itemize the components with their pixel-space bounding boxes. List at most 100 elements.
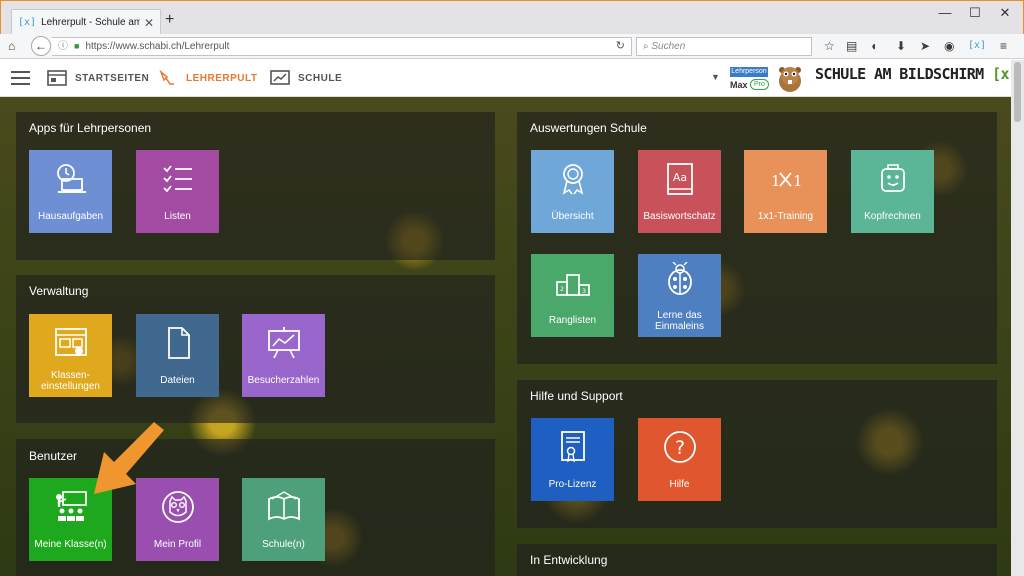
search-input[interactable]: ⌕ Suchen: [636, 37, 812, 56]
menu-icon[interactable]: ≡: [1000, 38, 1007, 54]
tile-pro-lizenz-label: Pro-Lizenz: [548, 479, 597, 490]
back-icon[interactable]: ←: [31, 36, 51, 56]
browser-tab[interactable]: [x] Lehrerpult - Schule am Bildsc ✕: [11, 9, 161, 35]
file-icon: [168, 327, 190, 359]
panel-hilfe-title: Hilfe und Support: [530, 389, 623, 403]
tab-title: Lehrerpult - Schule am Bildsc: [41, 17, 140, 28]
tile-uebersicht[interactable]: Übersicht: [531, 150, 614, 233]
tile-1x1-training[interactable]: 11 1x1-Training: [744, 150, 827, 233]
app-header: STARTSEITEN LEHRERPULT SCHULE ▼ SCHULE A…: [0, 60, 1024, 97]
bookmark-star-icon[interactable]: ☆: [824, 38, 835, 54]
tile-lerne-einmaleins-label: Lerne das Einmaleins: [655, 310, 704, 332]
tile-hilfe[interactable]: ? Hilfe: [638, 418, 721, 501]
svg-text:?: ?: [675, 437, 685, 459]
tile-klasseneinstellungen-label: Klassen-einstellungen: [41, 370, 100, 392]
search-placeholder: Suchen: [651, 41, 686, 52]
maximize-icon[interactable]: ☐: [964, 5, 986, 21]
brand-text: SCHULE AM BILDSCHIRM: [815, 65, 984, 83]
tile-listen-label: Listen: [164, 211, 191, 222]
tile-hausaufgaben[interactable]: Hausaufgaben: [29, 150, 112, 233]
panel-benutzer-title: Benutzer: [29, 449, 78, 463]
reading-list-icon[interactable]: ▤: [846, 38, 857, 54]
class-settings-icon: [55, 328, 87, 356]
info-icon[interactable]: ⓘ: [58, 38, 68, 55]
tile-schulen-label: Schule(n): [262, 539, 305, 550]
tile-uebersicht-label: Übersicht: [551, 211, 594, 222]
tile-mein-profil-label: Mein Profil: [153, 539, 202, 550]
tile-listen[interactable]: Listen: [136, 150, 219, 233]
desk-lamp-icon: [159, 70, 174, 85]
podium-icon: 23: [556, 274, 590, 296]
new-tab-icon[interactable]: +: [165, 12, 174, 28]
pro-badge: Pro: [750, 79, 769, 90]
svg-text:2: 2: [560, 286, 564, 293]
panel-apps-title: Apps für Lehrpersonen: [29, 121, 152, 135]
user-name[interactable]: Max: [730, 80, 748, 90]
chart-board-icon: [270, 70, 290, 85]
panel-entwicklung: In Entwicklung: [517, 544, 997, 576]
page-scrollbar[interactable]: [1011, 60, 1024, 576]
download-icon[interactable]: ⬇: [896, 38, 906, 54]
svg-text:1: 1: [793, 172, 803, 190]
times-table-icon: 11: [771, 172, 803, 190]
nav-schule-label: SCHULE: [298, 72, 343, 84]
tile-ranglisten-label: Ranglisten: [548, 315, 597, 326]
panel-auswertungen-title: Auswertungen Schule: [530, 121, 647, 135]
tile-klasseneinstellungen[interactable]: Klassen-einstellungen: [29, 314, 112, 397]
panel-entwicklung-title: In Entwicklung: [530, 553, 608, 567]
checklist-icon: [163, 165, 192, 193]
tile-besucherzahlen-label: Besucherzahlen: [247, 375, 320, 386]
home-icon[interactable]: ⌂: [8, 38, 15, 54]
url-text: https://www.schabi.ch/Lehrerpult: [85, 41, 230, 52]
pocket-icon[interactable]: ◖: [870, 38, 877, 54]
nav-startseiten-label: STARTSEITEN: [75, 72, 150, 84]
window-icon: [47, 70, 67, 86]
tile-dateien[interactable]: Dateien: [136, 314, 219, 397]
site-favicon-icon: [x]: [18, 17, 37, 28]
nav-startseiten[interactable]: STARTSEITEN: [47, 70, 149, 86]
browser-nav-bar: ⌂ ← ⓘ ■ https://www.schabi.ch/Lehrerpult…: [0, 34, 1024, 59]
annotation-arrow-icon: [94, 422, 164, 494]
brand-logo[interactable]: SCHULE AM BILDSCHIRM [x]: [815, 65, 1018, 83]
panel-verwaltung-title: Verwaltung: [29, 284, 89, 298]
close-tab-icon[interactable]: ✕: [144, 16, 154, 30]
tile-basiswortschatz[interactable]: Aa Basiswortschatz: [638, 150, 721, 233]
extension-icon[interactable]: [x]: [968, 38, 986, 54]
dashboard-area: Apps für Lehrpersonen Verwaltung Benutze…: [0, 97, 1011, 576]
certificate-icon: [561, 431, 585, 463]
nav-schule[interactable]: SCHULE: [270, 70, 342, 86]
tile-basiswortschatz-label: Basiswortschatz: [643, 211, 716, 222]
nav-lehrerpult-label: LEHRERPULT: [186, 72, 258, 84]
tile-lerne-einmaleins[interactable]: Lerne das Einmaleins: [638, 254, 721, 337]
help-icon: ?: [664, 431, 696, 463]
tile-hilfe-label: Hilfe: [669, 479, 690, 490]
hamburger-menu-icon[interactable]: [11, 71, 30, 85]
sync-icon[interactable]: ◉: [944, 38, 954, 54]
beaver-mascot-icon: [779, 67, 801, 92]
close-window-icon[interactable]: ✕: [994, 5, 1016, 21]
svg-text:1: 1: [771, 172, 781, 190]
robot-head-icon: [881, 164, 905, 192]
tile-ranglisten[interactable]: 23 Ranglisten: [531, 254, 614, 337]
svg-text:3: 3: [582, 288, 586, 295]
nav-lehrerpult[interactable]: LEHRERPULT: [158, 70, 257, 86]
url-bar[interactable]: ⓘ ■ https://www.schabi.ch/Lehrerpult ↻: [52, 37, 632, 56]
send-icon[interactable]: ➤: [920, 38, 930, 54]
clock-laptop-icon: [57, 164, 86, 193]
tile-1x1-training-label: 1x1-Training: [757, 211, 814, 222]
dictionary-icon: Aa: [667, 163, 693, 195]
presentation-chart-icon: [268, 327, 300, 359]
tile-besucherzahlen[interactable]: Besucherzahlen: [242, 314, 325, 397]
user-role-badge: Lehrperson: [730, 67, 768, 77]
minimize-icon[interactable]: —: [934, 5, 956, 20]
tile-schulen[interactable]: Schule(n): [242, 478, 325, 561]
browser-tab-bar: [x] Lehrerpult - Schule am Bildsc ✕ + — …: [0, 0, 1024, 35]
scrollbar-thumb[interactable]: [1014, 62, 1021, 122]
tile-pro-lizenz[interactable]: Pro-Lizenz: [531, 418, 614, 501]
tile-kopfrechnen[interactable]: Kopfrechnen: [851, 150, 934, 233]
ladybug-icon: [668, 262, 692, 295]
tile-hausaufgaben-label: Hausaufgaben: [37, 211, 104, 222]
svg-text:Aa: Aa: [673, 171, 687, 184]
user-dropdown-icon[interactable]: ▼: [711, 72, 720, 82]
reload-icon[interactable]: ↻: [616, 38, 625, 55]
